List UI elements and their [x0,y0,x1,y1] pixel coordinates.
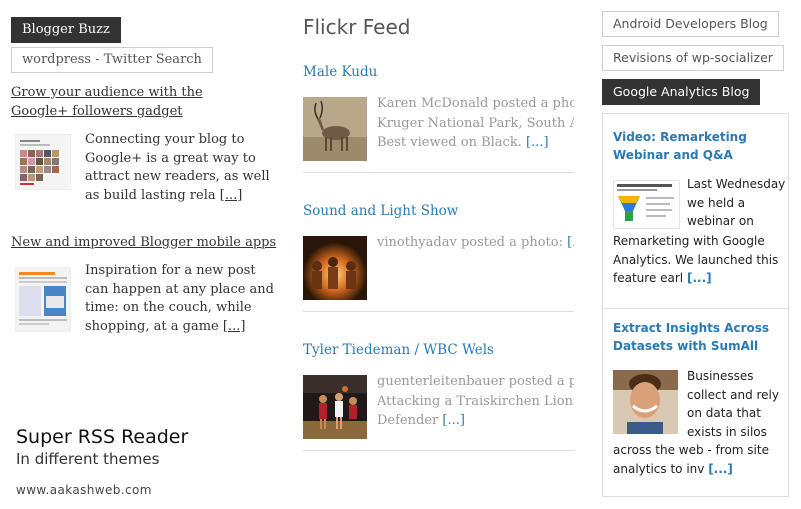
flickr-photo-basketball[interactable] [303,375,367,439]
flickr-item-title[interactable]: Sound and Light Show [303,203,458,219]
divider [303,311,574,312]
flickr-text-line: Kruger National Park, South Afr [377,115,574,131]
ga-read-more-link[interactable]: [...] [708,462,733,476]
ga-read-more-link[interactable]: [...] [687,271,712,285]
flickr-read-more-link[interactable]: [...] [442,413,465,428]
ga-excerpt-line: we held a [687,195,746,210]
flickr-item-title[interactable]: Male Kudu [303,64,377,80]
post-title-blogger-mobile-apps[interactable]: New and improved Blogger mobile apps [11,233,281,252]
flickr-photo-light-show[interactable] [303,236,367,300]
flickr-text-line: Attacking a Traiskirchen Lions [377,393,574,409]
read-more-link[interactable]: [...] [223,319,246,334]
ga-excerpt-line: Analytics. We launched this [613,252,779,267]
ga-post-excerpt: Last Wednesday we held a webinar on [687,175,787,231]
flickr-text-line: Best viewed on Black. [377,135,522,150]
ga-excerpt-line: feature earl [613,271,684,285]
tab-revisions-wp-socializer[interactable]: Revisions of wp-socializer [602,45,784,71]
ga-post-title-sumall[interactable]: Extract Insights Across Datasets with Su… [613,319,778,355]
divider [303,450,574,451]
ga-excerpt-line: across the web - from site [613,443,769,457]
post-thumbnail [15,134,71,190]
post-excerpt: Connecting your blog to Google+ is a gre… [85,131,280,205]
flickr-item-description: Karen McDonald posted a photo Kruger Nat… [377,94,574,153]
brand-title: Super RSS Reader [16,426,189,448]
flickr-item-title[interactable]: Tyler Tiedeman / WBC Wels [303,342,494,358]
tab-google-analytics-blog[interactable]: Google Analytics Blog [602,79,761,105]
flickr-text-line: vinothyadav posted a photo: [377,235,563,250]
flickr-read-more-link[interactable]: [...] [526,135,549,150]
ga-author-photo [613,370,678,434]
flickr-text-line: Karen McDonald posted a photo [377,96,574,111]
ga-excerpt-line: exists in silos [687,424,767,439]
ga-post-excerpt: Remarketing with Google Analytics. We la… [613,232,783,288]
flickr-photo-kudu[interactable] [303,97,367,161]
ga-post-title-remarketing[interactable]: Video: Remarketing Webinar and Q&A [613,128,778,164]
ga-excerpt-line: analytics to inv [613,461,705,476]
flickr-feed-heading: Flickr Feed [303,15,411,39]
ga-excerpt-line: Remarketing with Google [613,234,765,248]
post-title-google-plus-gadget[interactable]: Grow your audience with the Google+ foll… [11,83,261,121]
ga-post-excerpt: Businesses collect and rely on data that… [687,367,787,441]
tab-blogger-buzz[interactable]: Blogger Buzz [11,17,121,43]
flickr-item-description: guenterleitenbauer posted a photo Attack… [377,372,574,431]
post-thumbnail [15,267,71,332]
flickr-read-more-link[interactable]: [... [567,235,574,250]
ga-excerpt-line: on data that [687,406,761,420]
post-excerpt: Inspiration for a new post can happen at… [85,262,280,336]
ga-post-thumbnail [613,180,680,229]
divider [603,308,788,309]
ga-excerpt-line: Last Wednesday [687,177,786,191]
ga-post-excerpt: across the web - from site analytics to … [613,441,783,478]
read-more-link[interactable]: [...] [220,188,243,203]
flickr-text-line: guenterleitenbauer posted a photo [377,374,574,389]
ga-excerpt-line: collect and rely [687,387,779,402]
tab-android-developers-blog[interactable]: Android Developers Blog [602,11,779,37]
brand-subtitle: In different themes [16,450,160,468]
divider [303,172,574,173]
flickr-item-description: vinothyadav posted a photo: [... [377,233,574,253]
post-excerpt-text: Inspiration for a new post can happen at… [85,263,274,334]
tab-wordpress-twitter-search[interactable]: wordpress - Twitter Search [11,47,213,73]
brand-url: www.aakashweb.com [16,483,152,497]
flickr-text-line: Defender [377,413,439,428]
ga-excerpt-line: Businesses [687,369,754,383]
ga-excerpt-line: webinar on [687,214,754,228]
